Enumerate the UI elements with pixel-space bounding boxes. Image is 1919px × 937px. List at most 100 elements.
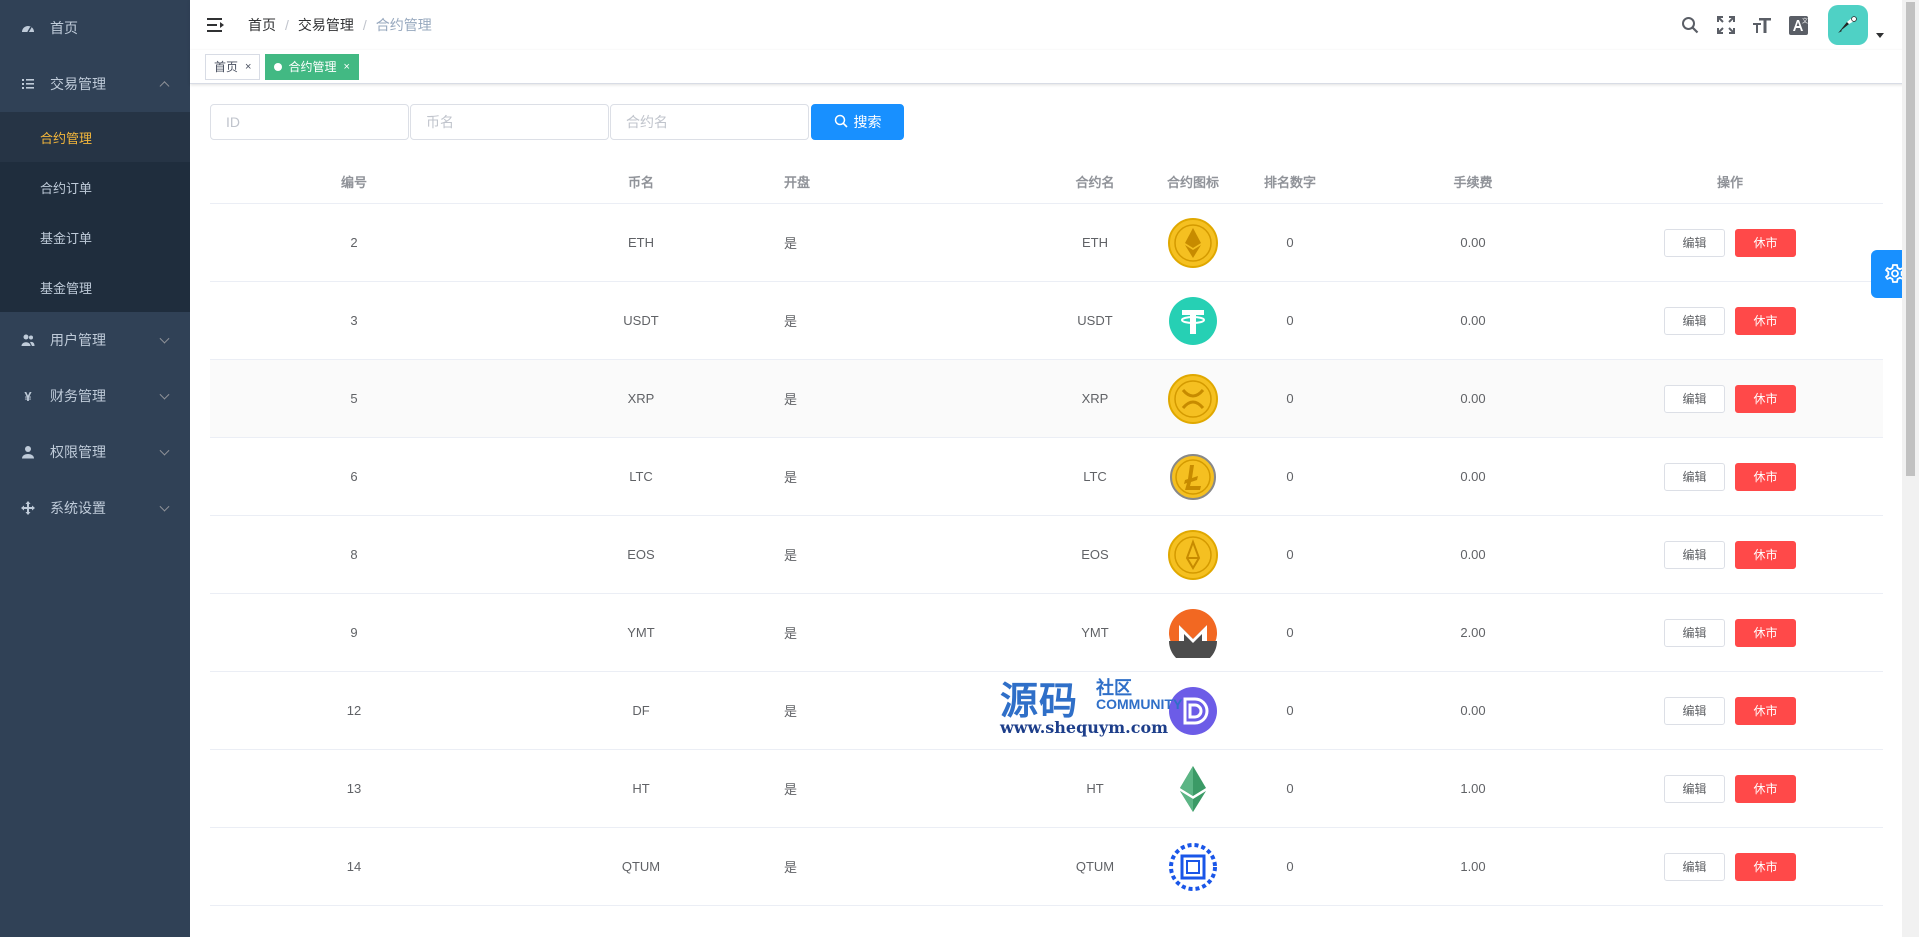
filter-bar: 搜索: [210, 104, 904, 140]
qtum-coin-icon: [1168, 842, 1218, 892]
cell-rank: 0: [1286, 469, 1294, 484]
table-row: 3 USDT 是 USDT 0 0.00 编辑 休市: [210, 282, 1883, 360]
cell-open: 是: [784, 860, 798, 875]
close-icon[interactable]: ×: [245, 55, 251, 79]
contract-name-input[interactable]: [610, 104, 809, 140]
users-icon: [20, 332, 36, 348]
table-header: 编号 币名 开盘 合约名 合约图标 排名数字 手续费 操作: [210, 160, 1883, 204]
usdt-coin-icon: [1168, 296, 1218, 346]
cell-rank: 0: [1286, 391, 1294, 406]
search-button-label: 搜索: [853, 114, 882, 130]
dashboard-icon: [20, 20, 36, 36]
halt-button[interactable]: 休市: [1735, 852, 1796, 881]
sidebar-item-contract-orders[interactable]: 合约订单: [0, 162, 190, 212]
font-size-icon[interactable]: [1752, 15, 1772, 35]
breadcrumb-current: 合约管理: [375, 17, 432, 33]
chevron-up-icon: [159, 81, 170, 92]
search-button[interactable]: 搜索: [811, 104, 904, 140]
fullscreen-icon[interactable]: [1716, 15, 1736, 35]
cell-fee: 0.00: [1460, 703, 1486, 718]
table-row: 13 HT 是 HT 0 1.00 编辑 休市: [210, 750, 1883, 828]
cell-fee: 1.00: [1460, 781, 1486, 796]
col-header-coin: 币名: [627, 175, 654, 190]
cell-coin: ETH: [628, 235, 654, 250]
edit-button[interactable]: 编辑: [1664, 774, 1725, 803]
breadcrumb-trade[interactable]: 交易管理: [298, 15, 354, 35]
edit-button[interactable]: 编辑: [1664, 384, 1725, 413]
tag-contract-manage[interactable]: 合约管理 ×: [265, 53, 359, 80]
cell-open: 是: [784, 392, 798, 407]
cell-contract: EOS: [1081, 547, 1109, 562]
sidebar-item-settings[interactable]: 系统设置: [0, 480, 190, 536]
sidebar-item-finance[interactable]: ¥ 财务管理: [0, 368, 190, 424]
edit-button[interactable]: 编辑: [1664, 462, 1725, 491]
table-row: 14 QTUM 是 QTUM 0 1.00 编辑 休市: [210, 828, 1883, 906]
sidebar-item-fund-orders[interactable]: 基金订单: [0, 212, 190, 262]
halt-button[interactable]: 休市: [1735, 462, 1796, 491]
cell-coin: YMT: [627, 625, 655, 640]
edit-button[interactable]: 编辑: [1664, 696, 1725, 725]
ltc-coin-icon: [1168, 452, 1218, 502]
cell-coin: LTC: [629, 469, 653, 484]
halt-button[interactable]: 休市: [1735, 774, 1796, 803]
cell-coin: USDT: [623, 313, 659, 328]
halt-button[interactable]: 休市: [1735, 384, 1796, 413]
id-input[interactable]: [210, 104, 409, 140]
user-icon: [20, 444, 36, 460]
cell-rank: 0: [1286, 859, 1294, 874]
language-icon[interactable]: 文: [1788, 15, 1808, 35]
sidebar-item-trade[interactable]: 交易管理: [0, 56, 190, 112]
tag-home[interactable]: 首页 ×: [205, 53, 261, 80]
cell-id: 14: [346, 859, 362, 874]
sidebar-item-users[interactable]: 用户管理: [0, 312, 190, 368]
sidebar-item-home[interactable]: 首页: [0, 0, 190, 56]
monero-coin-icon: [1168, 608, 1218, 658]
cell-id: 5: [350, 391, 358, 406]
cell-id: 12: [346, 703, 362, 718]
edit-button[interactable]: 编辑: [1664, 852, 1725, 881]
edit-button[interactable]: 编辑: [1664, 306, 1725, 335]
cell-contract: XRP: [1081, 391, 1109, 406]
chevron-down-icon: [159, 501, 170, 512]
move-icon: [20, 500, 36, 516]
edit-button[interactable]: 编辑: [1664, 228, 1725, 257]
avatar[interactable]: [1828, 5, 1868, 45]
halt-button[interactable]: 休市: [1735, 228, 1796, 257]
cell-open: 是: [784, 236, 798, 251]
close-icon[interactable]: ×: [343, 55, 349, 79]
sidebar-item-label: 用户管理: [50, 332, 106, 348]
active-dot-icon: [274, 62, 283, 71]
edit-button[interactable]: 编辑: [1664, 618, 1725, 647]
cell-contract: YMT: [1081, 625, 1109, 640]
eos-coin-icon: [1168, 529, 1218, 580]
search-icon: [834, 114, 848, 131]
col-header-rank: 排名数字: [1263, 175, 1316, 190]
col-header-contract: 合约名: [1075, 175, 1115, 190]
halt-button[interactable]: 休市: [1735, 306, 1796, 335]
scrollbar-thumb[interactable]: [1906, 2, 1915, 476]
halt-button[interactable]: 休市: [1735, 618, 1796, 647]
coin-name-input[interactable]: [410, 104, 609, 140]
sidebar-item-label: 财务管理: [50, 388, 106, 404]
sidebar-item-contract-manage[interactable]: 合约管理: [0, 112, 190, 162]
breadcrumb-home[interactable]: 首页: [248, 15, 276, 35]
edit-button[interactable]: 编辑: [1664, 540, 1725, 569]
halt-button[interactable]: 休市: [1735, 696, 1796, 725]
hamburger-icon[interactable]: [206, 15, 226, 35]
tag-label: 首页: [214, 59, 239, 74]
cell-rank: 0: [1286, 547, 1294, 562]
contract-table: 编号 币名 开盘 合约名 合约图标 排名数字 手续费 操作 2 ETH 是 ET…: [210, 160, 1883, 906]
sidebar-item-permissions[interactable]: 权限管理: [0, 424, 190, 480]
tags-view: 首页 × 合约管理 ×: [190, 50, 1919, 84]
cell-rank: 0: [1286, 313, 1294, 328]
page-scrollbar[interactable]: [1902, 0, 1919, 937]
cell-coin: QTUM: [621, 859, 661, 874]
caret-down-icon[interactable]: [1876, 32, 1884, 38]
search-icon[interactable]: [1680, 15, 1700, 35]
cell-id: 2: [350, 235, 358, 250]
watermark-logo: 源码 社区 COMMUNITY www.shequym.com: [1000, 678, 1183, 737]
halt-button[interactable]: 休市: [1735, 540, 1796, 569]
cell-rank: 0: [1286, 703, 1294, 718]
eth-coin-icon: [1168, 217, 1218, 268]
sidebar-item-fund-manage[interactable]: 基金管理: [0, 262, 190, 312]
